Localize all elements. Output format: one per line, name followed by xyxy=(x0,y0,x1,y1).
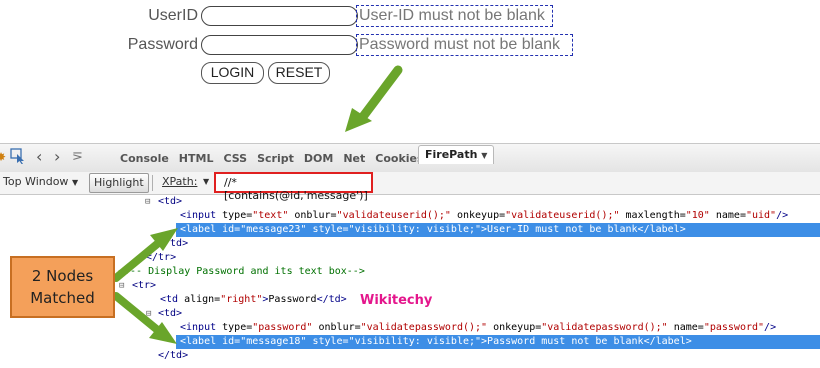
nodes-matched-callout: 2 Nodes Matched xyxy=(10,256,115,318)
arrow-to-second-match xyxy=(112,292,177,344)
watermark-text: Wikitechy xyxy=(360,293,433,308)
annotation-arrows xyxy=(112,65,403,344)
arrow-to-first-match xyxy=(112,228,178,282)
nodes-matched-text: 2 Nodes Matched xyxy=(30,267,95,307)
arrow-down-left xyxy=(345,65,403,132)
